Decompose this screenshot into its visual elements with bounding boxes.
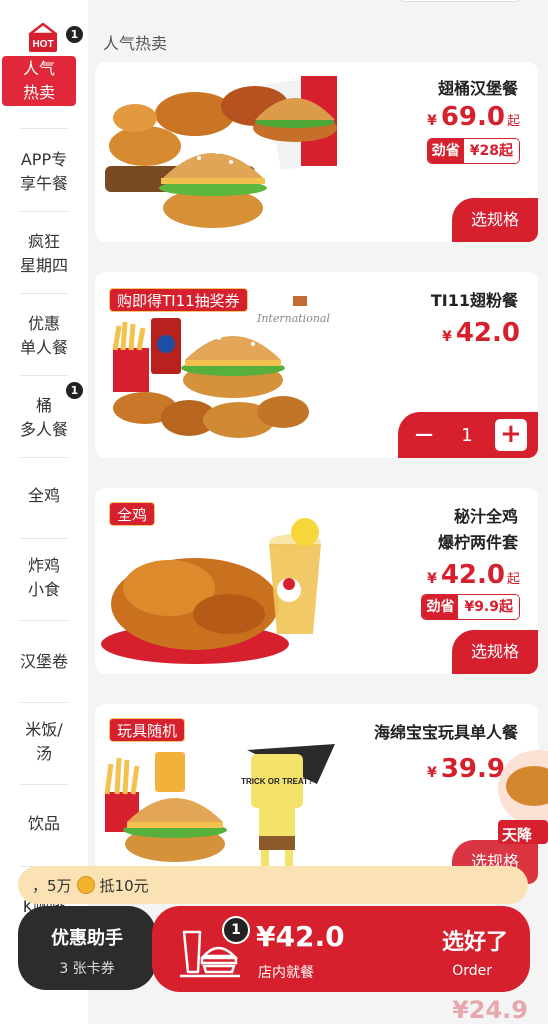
international-logo: International <box>257 312 330 325</box>
product-card[interactable]: 全鸡 秘汁全鸡 爆柠两件套 ¥ 42.0 起 劲省 ¥9.9起 选规格 <box>95 488 538 674</box>
coin-strip-prefix: ，5万 <box>32 876 72 895</box>
price-value: 69.0 <box>440 102 505 132</box>
promo-tag: 全鸡 <box>109 502 156 526</box>
product-name: 秘汁全鸡 爆柠两件套 <box>437 507 518 552</box>
sidebar-divider <box>20 620 68 621</box>
sidebar-item-rice-soup[interactable]: 米饭/ 汤 <box>0 710 88 774</box>
hot-icon-label: HOT <box>32 39 53 50</box>
wing-bucket-burger-image <box>105 76 337 228</box>
discount-coupon: 劲省 ¥9.9起 <box>421 594 520 620</box>
coin-strip-suffix: 抵10元 <box>99 876 149 895</box>
sidebar-divider <box>20 293 68 294</box>
price-value: 42.0 <box>455 318 520 348</box>
cart-total: ¥42.0 <box>256 920 345 953</box>
select-spec-button[interactable]: 选规格 <box>452 630 538 674</box>
coin-icon <box>76 876 95 894</box>
quantity-value: 1 <box>461 424 473 446</box>
sidebar-item-label: 桶 多人餐 <box>19 396 68 439</box>
sidebar-item-app-lunch[interactable]: APP专 享午餐 <box>0 140 88 204</box>
next-item-price: ¥24.9 <box>452 996 528 1024</box>
discount-coupon: 劲省 ¥28起 <box>426 138 520 164</box>
product-card[interactable]: 购即得TI11抽奖券 International TI11翅粉餐 ¥ 42.0 … <box>95 272 538 458</box>
product-name: 海绵宝宝玩具单人餐 <box>373 723 518 742</box>
coupon-label: 劲省 <box>422 595 459 619</box>
sidebar-divider <box>20 457 68 458</box>
sidebar-divider <box>20 538 68 539</box>
quantity-stepper: − 1 + <box>398 412 538 458</box>
sidebar-item-label: 人气 热卖 <box>22 59 55 102</box>
product-card[interactable]: 翅桶汉堡餐 ¥ 69.0 起 劲省 ¥28起 选规格 <box>95 62 538 242</box>
toy-sign-text: TRICK OR TREAT? <box>241 777 313 786</box>
price-value: 39.9 <box>440 754 505 784</box>
coupon-label: 劲省 <box>427 139 464 163</box>
checkout-button-english: Order <box>452 963 492 979</box>
bucket-count-badge: 1 <box>66 382 83 399</box>
hot-bucket-icon: HOT <box>28 22 58 52</box>
checkout-bar[interactable]: 1 ¥42.0 店内就餐 选好了 Order <box>152 906 530 992</box>
sidebar-item-popular[interactable]: 人气 热卖 <box>2 56 76 106</box>
coupon-value: ¥28起 <box>463 139 519 163</box>
price-suffix: 起 <box>506 114 520 129</box>
sidebar-divider <box>20 128 68 129</box>
coin-deduction-strip[interactable]: ，5万 抵10元 <box>18 866 528 904</box>
kfc-menu-page: HOT 1 人气 热卖 APP专 享午餐 疯狂 星期四 优惠 单人餐 桶 多人餐… <box>0 0 548 1024</box>
sidebar-item-label: 米饭/ 汤 <box>25 720 63 763</box>
product-price: ¥ 42.0 起 <box>427 560 520 590</box>
promo-tag: 购即得TI11抽奖券 <box>109 288 248 312</box>
sidebar-item-crazy-thursday[interactable]: 疯狂 星期四 <box>0 222 88 286</box>
currency-symbol: ¥ <box>427 113 437 129</box>
sidebar-item-burger-wrap[interactable]: 汉堡卷 <box>0 638 88 686</box>
product-price: ¥ 42.0 <box>442 318 520 348</box>
section-title: 人气热卖 <box>103 34 168 53</box>
currency-symbol: ¥ <box>427 765 437 781</box>
sidebar-divider <box>20 375 68 376</box>
decrease-button[interactable]: − <box>409 420 439 450</box>
checkout-button-label: 选好了 <box>441 930 508 955</box>
promo-tag: 玩具随机 <box>109 718 186 742</box>
spongebob-toy-meal-image: TRICK OR TREAT? <box>104 744 335 884</box>
whole-chicken-drink-image <box>101 518 321 664</box>
increase-button[interactable]: + <box>494 419 527 451</box>
sidebar-item-fried-chicken[interactable]: 炸鸡 小食 <box>0 546 88 610</box>
sidebar-item-label: 优惠 单人餐 <box>19 314 68 357</box>
product-name: 翅桶汉堡餐 <box>437 79 518 98</box>
currency-symbol: ¥ <box>442 329 452 345</box>
sidebar-item-label: 疯狂 星期四 <box>19 232 68 275</box>
discount-helper-button[interactable]: 优惠助手 3 张卡券 <box>18 906 156 990</box>
ti11-meal-image <box>112 318 309 438</box>
cart-count-badge: 1 <box>222 916 250 944</box>
product-price: ¥ 69.0 起 <box>427 102 520 132</box>
coupon-value: ¥9.9起 <box>458 595 519 619</box>
sidebar-item-single-meal[interactable]: 优惠 单人餐 <box>0 304 88 368</box>
select-spec-button[interactable]: 选规格 <box>452 198 538 242</box>
sidebar-divider <box>20 211 68 212</box>
top-search-bar[interactable] <box>395 0 525 2</box>
dining-mode: 店内就餐 <box>258 965 314 981</box>
sidebar-item-label: 炸鸡 小食 <box>27 556 60 599</box>
sidebar-divider <box>20 702 68 703</box>
sidebar-item-label: 饮品 <box>27 814 60 833</box>
hot-count-badge: 1 <box>66 26 83 43</box>
sidebar-item-label: 全鸡 <box>27 486 60 505</box>
sidebar-item-whole-chicken[interactable]: 全鸡 <box>0 472 88 520</box>
product-name: TI11翅粉餐 <box>430 291 518 310</box>
currency-symbol: ¥ <box>427 571 437 587</box>
sidebar-item-label: 汉堡卷 <box>19 652 68 671</box>
helper-subtitle: 3 张卡券 <box>59 961 115 977</box>
sidebar-item-label: APP专 享午餐 <box>19 150 68 193</box>
sidebar-item-drinks[interactable]: 饮品 <box>0 800 88 848</box>
sidebar-divider <box>20 784 68 785</box>
product-card[interactable]: TRICK OR TREAT? 玩具随机 海绵宝宝玩具单人餐 ¥ 39.9 起 … <box>95 704 538 884</box>
price-suffix: 起 <box>506 572 520 587</box>
promo-label: 天降 <box>502 826 533 844</box>
helper-title: 优惠助手 <box>51 928 123 949</box>
floating-promo[interactable]: 天降 <box>498 748 548 848</box>
price-value: 42.0 <box>440 560 505 590</box>
